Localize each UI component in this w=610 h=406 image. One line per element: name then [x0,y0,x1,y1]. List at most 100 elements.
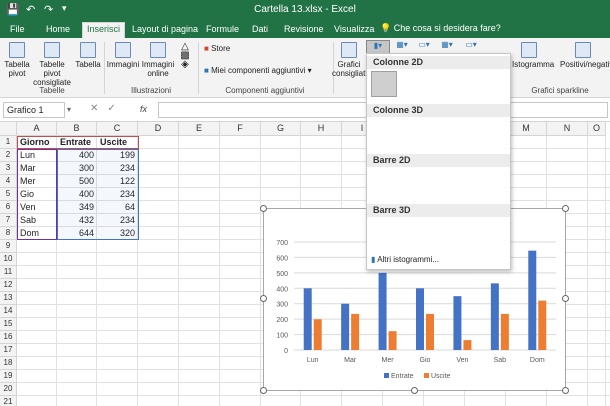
tell-me-box[interactable]: 💡 Che cosa si desidera fare? [380,23,501,34]
row-header[interactable]: 2 [0,149,17,162]
row-header[interactable]: 4 [0,175,17,188]
3d-column-icon[interactable] [479,120,505,146]
ribbon: Tabella pivot Tabelle pivot consigliate … [0,38,610,98]
legend-label-uscite: Uscite [431,373,451,380]
column-header[interactable]: O [588,122,606,136]
confirm-icon[interactable]: ✓ [107,103,124,114]
column-header[interactable]: N [547,122,588,136]
row-header[interactable]: 15 [0,318,17,331]
my-addins-button[interactable]: ■ Miei componenti aggiuntivi ▾ [204,66,312,75]
more-column-charts-link[interactable]: ▮ Altri istogrammi... [371,255,439,264]
row-header[interactable]: 10 [0,253,17,266]
column-header[interactable]: F [220,122,261,136]
recommended-pivot-button[interactable]: Tabelle pivot consigliate [32,42,72,87]
row-header[interactable]: 18 [0,357,17,370]
column-chart-icon: ▮▾ [373,41,383,50]
bar-entrate-sab [490,283,499,350]
row-header[interactable]: 20 [0,383,17,396]
clustered-bar-icon[interactable] [371,170,397,196]
row-header[interactable]: 16 [0,331,17,344]
row-header[interactable]: 6 [0,201,17,214]
clustered-column-icon[interactable] [371,71,397,97]
resize-handle[interactable] [260,295,267,302]
tab-revisione[interactable]: Revisione [280,23,328,38]
row-header[interactable]: 8 [0,227,17,240]
row-header[interactable]: 7 [0,214,17,227]
3d-clustered-bar-icon[interactable] [371,220,397,246]
row-header[interactable]: 21 [0,396,17,406]
3d-stacked-100-column-icon[interactable] [443,120,469,146]
row-header[interactable]: 3 [0,162,17,175]
column-header[interactable]: C [97,122,138,136]
stacked-bar-icon[interactable] [407,170,433,196]
resize-handle[interactable] [562,387,569,394]
column-header[interactable]: E [179,122,220,136]
3d-stacked-100-bar-icon[interactable] [443,220,469,246]
recommended-charts-button[interactable]: Grafici consigliati [332,42,367,78]
recommended-charts-icon [341,42,357,58]
column-header[interactable]: A [17,122,57,136]
3d-stacked-bar-icon[interactable] [407,220,433,246]
row-header[interactable]: 1 [0,136,17,149]
sparkline-column-button[interactable]: Istogramma [512,42,554,69]
row-header[interactable]: 5 [0,188,17,201]
tab-dati[interactable]: Dati [248,23,272,38]
tab-visualizza[interactable]: Visualizza [330,23,378,38]
online-pictures-button[interactable]: Immagini online [140,42,176,78]
select-all-corner[interactable] [0,122,17,136]
pivot-table-button[interactable]: Tabella pivot [2,42,32,78]
store-icon: ■ [204,44,209,53]
3d-clustered-column-icon[interactable] [371,120,397,146]
x-tick-label: Sab [494,357,507,364]
row-header[interactable]: 17 [0,344,17,357]
row-header[interactable]: 12 [0,279,17,292]
combo-chart-button[interactable]: ▦▾ [436,40,458,49]
y-tick-label: 100 [276,333,288,340]
tab-home[interactable]: Home [42,23,74,38]
shapes-button[interactable]: △ ▩ ◈ [178,42,192,70]
row-header[interactable]: 13 [0,292,17,305]
y-tick-label: 200 [276,317,288,324]
row-header[interactable]: 9 [0,240,17,253]
cancel-icon[interactable]: ✕ [90,103,107,114]
column-header[interactable]: B [57,122,97,136]
y-tick-label: 0 [284,348,288,355]
group-sparkline: Grafici sparkline [531,86,589,95]
header-range-highlight [17,136,139,149]
store-button[interactable]: ■ Store [204,44,230,53]
category-range-highlight [17,149,57,240]
pictures-button[interactable]: Immagini [106,42,140,69]
tab-inserisci[interactable]: Inserisci [82,22,126,38]
row-header[interactable]: 11 [0,266,17,279]
bar-entrate-ven [453,296,462,350]
row-header[interactable]: 19 [0,370,17,383]
column-header[interactable]: D [138,122,179,136]
table-button[interactable]: Tabella [74,42,102,69]
stacked-column-icon[interactable] [407,71,433,97]
stacked-100-column-icon[interactable] [443,71,469,97]
tab-file[interactable]: File [6,23,29,38]
insert-function-button[interactable]: fx [140,104,147,114]
row-header[interactable]: 14 [0,305,17,318]
resize-handle[interactable] [260,387,267,394]
column-header[interactable]: H [301,122,342,136]
resize-handle[interactable] [260,205,267,212]
gridline [219,136,220,406]
column-header[interactable]: G [261,122,301,136]
column-header[interactable]: M [506,122,547,136]
tab-layout[interactable]: Layout di pagina [128,23,202,38]
resize-handle[interactable] [411,387,418,394]
pivot-chart-button[interactable]: ▭▾ [460,40,482,49]
column-chart-dropdown-button[interactable]: ▮▾ [366,40,390,54]
tab-formule[interactable]: Formule [202,23,243,38]
waterfall-chart-button[interactable]: ▭▾ [414,40,434,49]
x-tick-label: Mer [382,357,395,364]
hierarchy-chart-button[interactable]: ▦▾ [392,40,412,49]
stacked-100-bar-icon[interactable] [443,170,469,196]
resize-handle[interactable] [562,295,569,302]
3d-stacked-column-icon[interactable] [407,120,433,146]
resize-handle[interactable] [562,205,569,212]
chevron-down-icon[interactable]: ▾ [67,105,71,114]
winloss-button[interactable]: Positivi/negativi [560,42,610,69]
name-box[interactable]: Grafico 1 [3,102,65,118]
